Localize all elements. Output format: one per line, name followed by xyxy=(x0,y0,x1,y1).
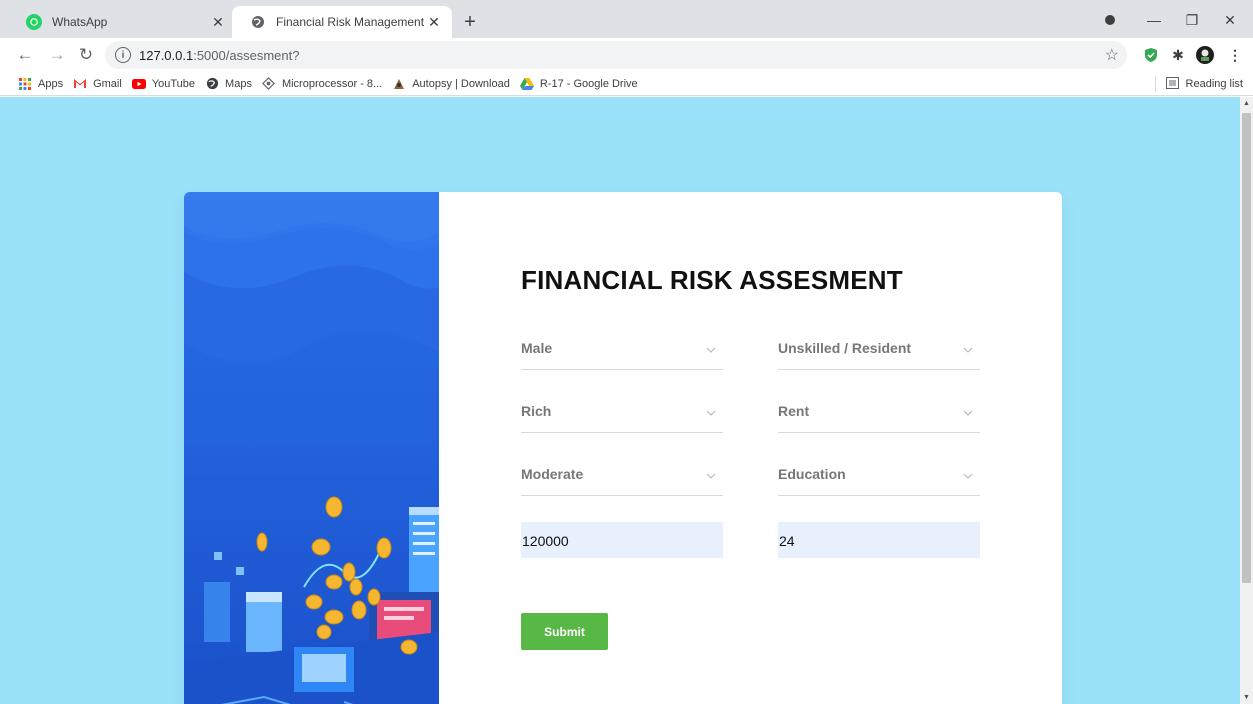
assessment-form: FINANCIAL RISK ASSESMENT Male Unskilled … xyxy=(439,192,1062,704)
submit-button[interactable]: Submit xyxy=(521,613,608,650)
housing-select[interactable]: Rent xyxy=(778,397,980,433)
tab-strip: WhatsApp ✕ Financial Risk Management ✕ +… xyxy=(0,0,1253,38)
restore-button[interactable]: ❐ xyxy=(1174,6,1210,34)
address-bar[interactable]: i 127.0.0.1:5000/assesment? ☆ xyxy=(105,41,1127,69)
checking-account-select[interactable]: Moderate xyxy=(521,460,723,496)
sex-select-value: Male xyxy=(521,340,553,356)
bookmark-youtube[interactable]: YouTube xyxy=(131,77,196,91)
page-title: FINANCIAL RISK ASSESMENT xyxy=(521,265,903,295)
finance-illustration xyxy=(184,192,439,704)
finance-illustration-graphic xyxy=(184,192,439,704)
scroll-down-icon[interactable]: ▼ xyxy=(1243,694,1250,701)
tab-title: Financial Risk Management xyxy=(276,15,424,29)
credit-amount-input[interactable] xyxy=(521,522,723,558)
job-select-value: Unskilled / Resident xyxy=(778,340,912,356)
bookmark-google-drive[interactable]: R-17 - Google Drive xyxy=(519,77,638,91)
divider xyxy=(1154,76,1156,92)
saving-accounts-select-value: Rich xyxy=(521,403,552,419)
checking-account-select-value: Moderate xyxy=(521,466,584,482)
tab-title: WhatsApp xyxy=(52,15,108,29)
apps-grid-icon xyxy=(18,77,32,91)
info-icon[interactable]: i xyxy=(115,47,131,63)
bookmarks-bar: Apps Gmail YouTube Maps Microprocessor -… xyxy=(0,72,1253,96)
bookmark-label: Autopsy | Download xyxy=(412,77,510,90)
reading-list-icon xyxy=(1165,77,1180,91)
whatsapp-icon xyxy=(26,14,42,30)
back-button[interactable]: ← xyxy=(12,42,38,68)
globe-icon xyxy=(205,77,219,91)
housing-select-value: Rent xyxy=(778,403,810,419)
youtube-icon xyxy=(131,77,146,91)
page-scrollbar[interactable]: ▲ ▼ xyxy=(1240,97,1253,704)
tab-whatsapp[interactable]: WhatsApp ✕ xyxy=(8,6,236,38)
close-icon[interactable]: ✕ xyxy=(424,12,444,32)
chevron-down-icon xyxy=(963,473,973,479)
scrollbar-thumb[interactable] xyxy=(1242,113,1251,583)
bookmark-maps[interactable]: Maps xyxy=(205,77,252,91)
bookmark-label: Microprocessor - 8... xyxy=(281,77,383,90)
purpose-select-value: Education xyxy=(778,466,846,482)
bookmark-autopsy[interactable]: Autopsy | Download xyxy=(392,77,510,91)
bookmark-gmail[interactable]: Gmail xyxy=(73,77,122,91)
shield-extension-icon[interactable] xyxy=(1141,45,1161,65)
profile-dot-icon[interactable] xyxy=(1092,6,1128,34)
menu-kebab-icon[interactable]: ⋮ xyxy=(1225,45,1245,65)
chevron-down-icon xyxy=(706,347,716,353)
reading-list-button[interactable]: Reading list xyxy=(1154,76,1243,92)
drive-icon xyxy=(519,77,534,91)
job-select[interactable]: Unskilled / Resident xyxy=(778,334,980,370)
duration-input[interactable] xyxy=(778,522,980,558)
sex-select[interactable]: Male xyxy=(521,334,723,370)
assessment-card: FINANCIAL RISK ASSESMENT Male Unskilled … xyxy=(184,192,1062,704)
new-tab-button[interactable]: + xyxy=(458,10,482,34)
globe-icon xyxy=(250,14,266,30)
window-close-button[interactable]: ✕ xyxy=(1212,6,1248,34)
url-text: 127.0.0.1:5000/assesment? xyxy=(139,47,300,63)
scroll-up-icon[interactable]: ▲ xyxy=(1243,100,1250,107)
bookmark-label: Maps xyxy=(225,77,252,90)
tab-financial-risk[interactable]: Financial Risk Management ✕ xyxy=(232,6,452,38)
saving-accounts-select[interactable]: Rich xyxy=(521,397,723,433)
bookmark-star-icon[interactable]: ☆ xyxy=(1105,45,1119,65)
page-viewport: FINANCIAL RISK ASSESMENT Male Unskilled … xyxy=(0,97,1253,704)
bookmark-label: Gmail xyxy=(93,77,122,90)
chevron-down-icon xyxy=(963,347,973,353)
chevron-down-icon xyxy=(963,410,973,416)
bookmark-label: R-17 - Google Drive xyxy=(539,77,638,90)
gmail-icon xyxy=(73,77,87,91)
autopsy-icon xyxy=(392,77,406,91)
avatar[interactable] xyxy=(1195,45,1215,65)
browser-toolbar: ← → ↻ i 127.0.0.1:5000/assesment? ☆ ✱ ⋮ xyxy=(0,38,1253,72)
extensions-puzzle-icon[interactable]: ✱ xyxy=(1168,45,1188,65)
forward-button[interactable]: → xyxy=(44,42,70,68)
bookmark-label: Apps xyxy=(38,77,64,90)
chevron-down-icon xyxy=(706,410,716,416)
reading-list-label: Reading list xyxy=(1185,78,1243,90)
reload-button[interactable]: ↻ xyxy=(73,42,99,68)
bookmark-apps[interactable]: Apps xyxy=(18,77,63,91)
close-icon[interactable]: ✕ xyxy=(208,12,228,32)
chevron-down-icon xyxy=(706,473,716,479)
minimize-button[interactable]: — xyxy=(1136,6,1172,34)
bookmark-microprocessor[interactable]: Microprocessor - 8... xyxy=(262,77,382,91)
bookmark-label: YouTube xyxy=(151,77,196,90)
purpose-select[interactable]: Education xyxy=(778,460,980,496)
chip-icon xyxy=(262,77,276,91)
